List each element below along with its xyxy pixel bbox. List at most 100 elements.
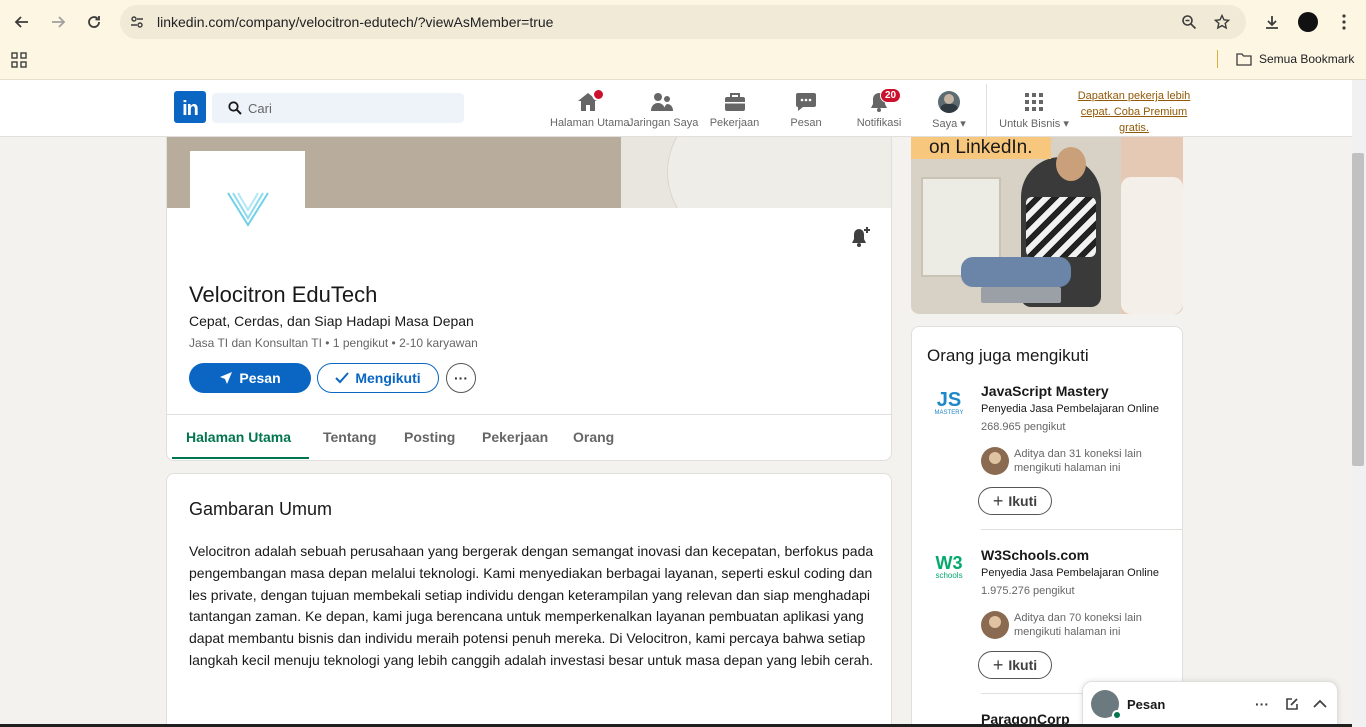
tab-home[interactable]: Halaman Utama (186, 429, 291, 445)
linkedin-navbar: in Cari Halaman Utama Jaringan Saya Peke… (0, 80, 1352, 137)
follow-button[interactable]: + Ikuti (978, 651, 1052, 679)
mutual-connections: Aditya dan 31 koneksi lain mengikuti hal… (1014, 448, 1142, 474)
notification-count-badge: 20 (880, 88, 902, 103)
nav-network[interactable]: Jaringan Saya (628, 91, 699, 137)
chevron-down-icon: ▾ (1063, 118, 1069, 130)
chat-icon (796, 93, 816, 111)
notification-bell-button[interactable] (849, 225, 873, 249)
also-follow-title: Orang juga mengikuti (927, 346, 1089, 365)
message-button[interactable]: Pesan (189, 363, 311, 393)
company-category: Penyedia Jasa Pembelajaran Online (981, 567, 1159, 579)
ellipsis-icon: ··· (454, 370, 468, 386)
nav-notifications-label: Notifikasi (856, 117, 902, 129)
ad-caption: on LinkedIn. (911, 137, 1051, 159)
velocitron-v-logo (226, 191, 269, 227)
search-placeholder: Cari (248, 101, 272, 116)
plus-icon: + (992, 654, 1004, 675)
download-icon[interactable] (1260, 10, 1284, 34)
nav-me-label: Saya (932, 118, 958, 130)
nav-jobs-label: Pekerjaan (709, 117, 760, 129)
bell-plus-icon (852, 227, 870, 247)
active-tab-indicator (172, 457, 309, 459)
grid-icon (1025, 93, 1043, 111)
forward-icon[interactable] (46, 10, 70, 34)
bookmarks-bar (0, 44, 1366, 80)
ellipsis-icon[interactable]: ··· (1253, 695, 1271, 713)
company-name: Velocitron EduTech (189, 282, 378, 307)
avatar (981, 447, 1009, 475)
chevron-down-icon: ▾ (960, 118, 966, 130)
w3schools-logo[interactable]: W3 schools (929, 547, 969, 587)
message-button-label: Pesan (239, 370, 281, 386)
follower-count: 268.965 pengikut (981, 421, 1066, 433)
nav-network-label: Jaringan Saya (628, 117, 699, 129)
plus-icon: + (992, 490, 1004, 511)
home-notification-dot (592, 88, 605, 101)
messaging-bar[interactable]: Pesan ··· (1082, 681, 1338, 727)
address-bar[interactable]: linkedin.com/company/velocitron-edutech/… (120, 5, 1246, 39)
follow-button-label: Ikuti (1008, 493, 1038, 509)
nav-messaging[interactable]: Pesan (783, 91, 829, 137)
reload-icon[interactable] (82, 10, 106, 34)
company-category: Penyedia Jasa Pembelajaran Online (981, 403, 1159, 415)
menu-kebab-icon[interactable] (1332, 10, 1356, 34)
chevron-up-icon[interactable] (1311, 695, 1329, 713)
overview-title: Gambaran Umum (189, 499, 333, 519)
online-status-dot (1112, 710, 1122, 720)
javascript-mastery-logo[interactable]: JS MASTERY (929, 383, 969, 423)
page-scrollbar-thumb[interactable] (1352, 153, 1364, 466)
zoom-icon[interactable] (1180, 13, 1198, 31)
briefcase-icon (724, 93, 745, 111)
follow-button[interactable]: + Ikuti (978, 487, 1052, 515)
company-meta: Jasa TI dan Konsultan TI • 1 pengikut • … (189, 336, 478, 350)
search-icon (228, 101, 242, 115)
bookmarks-divider (1217, 50, 1218, 68)
bookmark-star-icon[interactable] (1213, 13, 1231, 31)
tab-people[interactable]: Orang (573, 429, 614, 445)
also-follow-card: Orang juga mengikuti JS MASTERY JavaScri… (911, 326, 1183, 727)
avatar (938, 91, 960, 113)
all-bookmarks-label: Semua Bookmark (1259, 52, 1355, 66)
following-button[interactable]: Mengikuti (317, 363, 439, 393)
folder-icon (1236, 53, 1252, 66)
tab-about[interactable]: Tentang (323, 429, 376, 445)
nav-me[interactable]: Saya ▾ (926, 91, 972, 137)
linkedin-logo[interactable]: in (174, 91, 206, 123)
nav-notifications[interactable]: 20 Notifikasi (852, 88, 906, 137)
compose-icon[interactable] (1283, 695, 1301, 713)
company-header-card: Velocitron EduTech Cepat, Cerdas, dan Si… (166, 137, 892, 461)
following-button-label: Mengikuti (355, 370, 421, 386)
tab-jobs[interactable]: Pekerjaan (482, 429, 548, 445)
overview-card: Gambaran Umum Velocitron adalah sebuah p… (166, 473, 892, 727)
apps-grid-icon[interactable] (11, 52, 29, 70)
company-link[interactable]: JavaScript Mastery (981, 383, 1109, 399)
url-text[interactable]: linkedin.com/company/velocitron-edutech/… (157, 14, 553, 30)
nav-jobs[interactable]: Pekerjaan (706, 91, 763, 137)
nav-home[interactable]: Halaman Utama (550, 88, 630, 137)
messaging-label: Pesan (1127, 697, 1166, 712)
back-icon[interactable] (10, 10, 34, 34)
tab-posts[interactable]: Posting (404, 429, 455, 445)
follow-button-label: Ikuti (1008, 657, 1038, 673)
check-icon (335, 372, 350, 384)
nav-divider (986, 84, 987, 136)
nav-home-label: Halaman Utama (550, 117, 630, 129)
people-icon (651, 93, 673, 111)
nav-business[interactable]: Untuk Bisnis ▾ (996, 91, 1072, 137)
search-input[interactable]: Cari (212, 93, 464, 123)
send-icon (220, 372, 233, 384)
browser-toolbar: linkedin.com/company/velocitron-edutech/… (0, 0, 1366, 44)
premium-trial-link[interactable]: Dapatkan pekerja lebih cepat. Coba Premi… (1074, 88, 1194, 136)
company-logo[interactable] (190, 151, 305, 266)
profile-avatar[interactable] (1296, 10, 1320, 34)
tabs-divider (167, 414, 891, 415)
company-tagline: Cepat, Cerdas, dan Siap Hadapi Masa Depa… (189, 313, 474, 329)
avatar (981, 611, 1009, 639)
site-settings-icon[interactable] (128, 13, 146, 31)
company-link[interactable]: W3Schools.com (981, 547, 1089, 563)
nav-business-label: Untuk Bisnis (999, 118, 1061, 130)
sidebar-ad-image[interactable]: on LinkedIn. (911, 137, 1183, 314)
more-options-button[interactable]: ··· (446, 363, 476, 393)
all-bookmarks-button[interactable]: Semua Bookmark (1236, 52, 1354, 66)
overview-body: Velocitron adalah sebuah perusahaan yang… (189, 543, 874, 668)
